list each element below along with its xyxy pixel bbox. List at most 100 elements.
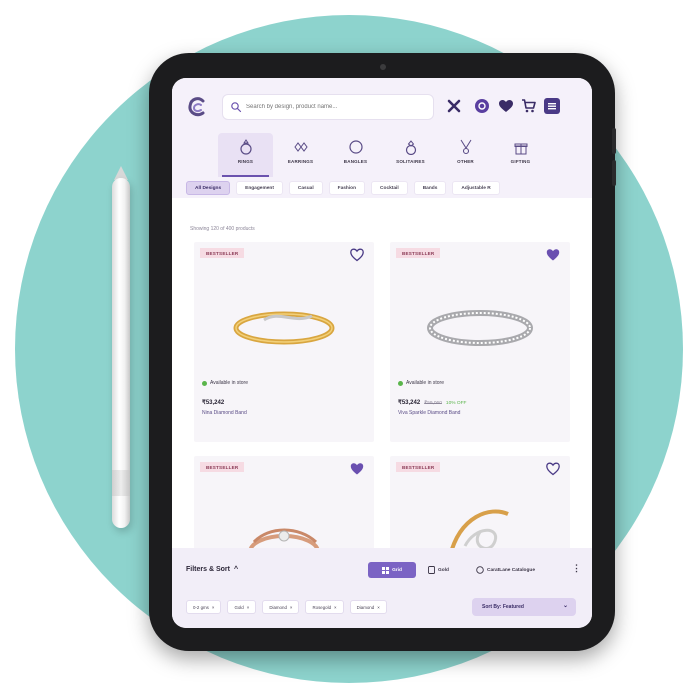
filter-chip-label: Diamond (356, 604, 375, 610)
filter-chip-label: 0-2 gms (193, 604, 209, 610)
filters-sort-bar: Filters & Sort ^ Grid Gold CaratLane Cata… (172, 548, 592, 628)
bestseller-badge: BESTSELLER (396, 462, 441, 472)
sort-label: Sort By: Featured (482, 604, 524, 610)
ring-icon (239, 139, 252, 155)
bestseller-badge: BESTSELLER (200, 248, 245, 258)
filter-chip-label: Diamond (269, 604, 287, 610)
product-card[interactable]: BESTSELLER Available in store ₹53,242 Ni… (194, 242, 374, 442)
tab-gifting[interactable]: GIFTING (493, 133, 548, 177)
heart-icon[interactable] (498, 98, 514, 114)
wishlist-heart-filled-icon[interactable] (350, 462, 364, 476)
menu-icon[interactable] (544, 98, 560, 114)
filter-chip-label: Rosegold (312, 604, 332, 610)
availability-text: Available in store (210, 380, 248, 386)
chevron-down-icon: ⌄ (562, 603, 568, 609)
category-tabs: RINGS EARRINGS BANGLES SOLITAIRES OTHER (218, 133, 548, 177)
grid-icon (382, 566, 390, 574)
discount-label: 10% OFF (445, 401, 467, 406)
tab-label: EARRINGS (287, 159, 314, 164)
tab-earrings[interactable]: EARRINGS (273, 133, 328, 177)
tab-solitaires[interactable]: SOLITAIRES (383, 133, 438, 177)
wishlist-heart-filled-icon[interactable] (546, 248, 560, 262)
diamond-icon[interactable] (446, 98, 462, 114)
close-icon[interactable]: × (334, 605, 337, 610)
filter-chip-label: Gold (234, 604, 244, 610)
gold-button[interactable]: Gold (428, 562, 449, 578)
filter-chips: 0-2 gms × Gold × Diamond × Rosegold × Diamon… (186, 600, 387, 614)
availability-status: Available in store (398, 380, 444, 386)
tablet-volume-up-button (612, 128, 616, 154)
tab-label: GIFTING (510, 159, 531, 164)
tab-rings[interactable]: RINGS (218, 133, 273, 177)
close-icon[interactable]: × (247, 605, 250, 610)
account-icon[interactable] (474, 98, 490, 114)
sort-dropdown[interactable]: Sort By: Featured ⌄ (472, 598, 576, 616)
tab-label: SOLITAIRES (396, 159, 425, 164)
wishlist-heart-outline-icon[interactable] (546, 462, 560, 476)
chip-cocktail[interactable]: Cocktail (371, 181, 408, 195)
filter-chip-rosegold[interactable]: Rosegold × (305, 600, 344, 614)
filter-chip-gold[interactable]: Gold × (227, 600, 257, 614)
app-header: RINGS EARRINGS BANGLES SOLITAIRES OTHER (172, 78, 592, 198)
grid-view-button[interactable]: Grid (368, 562, 416, 578)
close-icon[interactable]: × (212, 605, 215, 610)
stylus-band (112, 470, 130, 496)
filter-chip-weight[interactable]: 0-2 gms × (186, 600, 222, 614)
tab-label: BANGLES (343, 159, 368, 164)
ring-image-gold-wave (233, 311, 335, 345)
results-count: Showing 120 of 400 products (190, 226, 255, 232)
brand-logo-icon[interactable] (186, 96, 208, 118)
price: ₹53,242 (398, 400, 421, 406)
product-name[interactable]: Nina Diamond Band (202, 410, 247, 416)
gold-coin-icon (428, 566, 435, 574)
close-icon[interactable]: × (377, 605, 380, 610)
ring-image-silver-eternity (427, 310, 533, 346)
chip-engagement[interactable]: Engagement (236, 181, 283, 195)
filter-chip-diamond-2[interactable]: Diamond × (349, 600, 387, 614)
tablet-camera (380, 64, 386, 70)
availability-status: Available in store (202, 380, 248, 386)
in-stock-dot-icon (398, 380, 403, 386)
tablet-volume-down-button (612, 160, 616, 186)
bestseller-badge: BESTSELLER (396, 248, 441, 258)
subcategory-chips: All Designs Engagement Casual Fashion Co… (172, 181, 592, 199)
filters-title: Filters & Sort (186, 566, 230, 573)
chip-fashion[interactable]: Fashion (328, 181, 366, 195)
search-input[interactable] (246, 100, 426, 114)
chip-adjustable-rings[interactable]: Adjustable R (452, 181, 500, 195)
tab-label: RINGS (237, 159, 254, 164)
chip-casual[interactable]: Casual (288, 181, 323, 195)
chip-bands[interactable]: Bands (413, 181, 447, 195)
catalogue-button[interactable]: CaratLane Catalogue (476, 562, 535, 578)
price: ₹53,242 (202, 400, 225, 406)
price-row: ₹53,242 (202, 399, 224, 406)
product-name[interactable]: Viva Sparkle Diamond Band (398, 410, 460, 416)
tablet-screen: RINGS EARRINGS BANGLES SOLITAIRES OTHER (172, 78, 592, 628)
filters-sort-toggle[interactable]: Filters & Sort ^ (186, 566, 238, 573)
close-icon[interactable]: × (290, 605, 293, 610)
tab-bangles[interactable]: BANGLES (328, 133, 383, 177)
bestseller-badge: BESTSELLER (200, 462, 245, 472)
tab-label: OTHER (457, 159, 474, 164)
cart-icon[interactable] (520, 98, 536, 114)
wishlist-heart-outline-icon[interactable] (350, 248, 364, 262)
search-icon (231, 102, 242, 113)
product-card[interactable]: BESTSELLER Available in store ₹53,242 ₹5… (390, 242, 570, 442)
earrings-icon (293, 142, 308, 152)
pendant-icon (460, 139, 471, 155)
solitaire-icon (405, 140, 416, 155)
in-stock-dot-icon (202, 380, 207, 386)
chevron-up-icon: ^ (233, 566, 239, 573)
catalogue-label: CaratLane Catalogue (487, 567, 535, 573)
bangle-icon (348, 140, 363, 154)
gold-label: Gold (438, 567, 449, 573)
tab-other[interactable]: OTHER (438, 133, 493, 177)
availability-text: Available in store (406, 380, 444, 386)
chip-all-designs[interactable]: All Designs (186, 181, 231, 195)
grid-label: Grid (392, 567, 402, 573)
price-row: ₹53,242 ₹59,060 10% OFF (398, 399, 466, 406)
catalogue-icon (476, 566, 484, 574)
gift-icon (514, 143, 527, 155)
filter-chip-diamond[interactable]: Diamond × (262, 600, 300, 614)
more-options-icon[interactable]: ⋮ (572, 563, 581, 574)
